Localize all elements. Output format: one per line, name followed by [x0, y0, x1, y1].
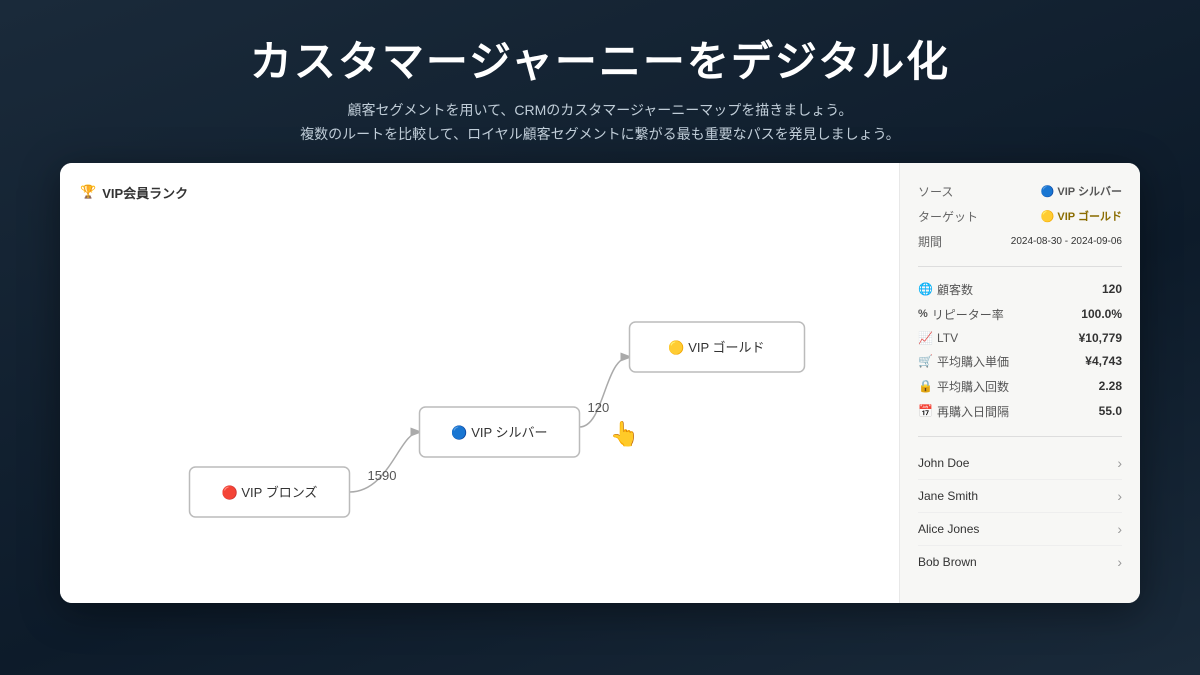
diagram-area: 🏆 VIP会員ランク 1590 120 👆 🔴 VIP ブロンズ [60, 163, 900, 603]
metric-avg-price-value: ¥4,743 [1085, 354, 1122, 368]
diagram-title: 🏆 VIP会員ランク [80, 183, 879, 202]
period-value: 2024-08-30 - 2024-09-06 [1011, 236, 1122, 247]
page-header: カスタマージャーニーをデジタル化 顧客セグメントを用いて、CRMのカスタマージャ… [0, 0, 1200, 163]
source-row: ソース 🔵 VIP シルバー [918, 179, 1122, 204]
percent-icon: % [918, 308, 928, 320]
metric-customers-value: 120 [1102, 282, 1122, 296]
node-bronze-label: 🔴 VIP ブロンズ [222, 485, 318, 500]
page-subtitle: 顧客セグメントを用いて、CRMのカスタマージャーニーマップを描きましょう。 複数… [20, 99, 1180, 147]
edge-label-120: 120 [588, 400, 610, 415]
chevron-icon-3: › [1117, 554, 1122, 570]
user-name-0: John Doe [918, 456, 969, 470]
metric-repeat: % リピーター率 100.0% [918, 302, 1122, 327]
edge-label-1590: 1590 [368, 468, 397, 483]
metrics-section: 🌐 顧客数 120 % リピーター率 100.0% 📈 LTV ¥10,779 [918, 277, 1122, 437]
metric-ltv-label: 📈 LTV [918, 331, 958, 345]
calendar-icon: 📅 [918, 404, 933, 418]
metric-avg-price-label: 🛒 平均購入単価 [918, 353, 1009, 370]
main-card: 🏆 VIP会員ランク 1590 120 👆 🔴 VIP ブロンズ [60, 163, 1140, 603]
user-row-3[interactable]: Bob Brown › [918, 546, 1122, 578]
period-row: 期間 2024-08-30 - 2024-09-06 [918, 229, 1122, 254]
metric-avg-price: 🛒 平均購入単価 ¥4,743 [918, 349, 1122, 374]
edge-bronze-silver [350, 432, 420, 492]
target-value: 🟡 VIP ゴールド [1041, 208, 1122, 224]
stat-section-top: ソース 🔵 VIP シルバー ターゲット 🟡 VIP ゴールド 期間 2024-… [918, 179, 1122, 267]
cursor-icon: 👆 [610, 420, 640, 448]
stats-panel: ソース 🔵 VIP シルバー ターゲット 🟡 VIP ゴールド 期間 2024-… [900, 163, 1140, 603]
edge-silver-gold [580, 357, 630, 427]
metric-customers: 🌐 顧客数 120 [918, 277, 1122, 302]
user-row-0[interactable]: John Doe › [918, 447, 1122, 480]
node-silver-label: 🔵 VIP シルバー [451, 425, 547, 440]
metric-repeat-value: 100.0% [1081, 307, 1122, 321]
source-label: ソース [918, 183, 953, 200]
cart-icon: 🛒 [918, 354, 933, 368]
metric-repurchase-label: 📅 再購入日間隔 [918, 403, 1009, 420]
metric-repurchase: 📅 再購入日間隔 55.0 [918, 399, 1122, 424]
chevron-icon-0: › [1117, 455, 1122, 471]
metric-avg-orders: 🔒 平均購入回数 2.28 [918, 374, 1122, 399]
user-row-1[interactable]: Jane Smith › [918, 480, 1122, 513]
metric-avg-orders-label: 🔒 平均購入回数 [918, 378, 1009, 395]
trophy-icon: 🏆 [80, 184, 96, 200]
chevron-icon-2: › [1117, 521, 1122, 537]
journey-diagram: 1590 120 👆 🔴 VIP ブロンズ 🔵 VIP シルバー 🟡 VIP ゴ… [80, 212, 879, 582]
chevron-icon-1: › [1117, 488, 1122, 504]
customers-icon: 🌐 [918, 282, 933, 296]
user-name-2: Alice Jones [918, 522, 979, 536]
source-value: 🔵 VIP シルバー [1041, 183, 1122, 199]
user-name-1: Jane Smith [918, 489, 978, 503]
metric-avg-orders-value: 2.28 [1099, 379, 1122, 393]
user-name-3: Bob Brown [918, 555, 977, 569]
page-title: カスタマージャーニーをデジタル化 [20, 28, 1180, 89]
metric-customers-label: 🌐 顧客数 [918, 281, 973, 298]
metric-repurchase-value: 55.0 [1099, 404, 1122, 418]
target-label: ターゲット [918, 208, 978, 225]
user-list: John Doe › Jane Smith › Alice Jones › Bo… [918, 447, 1122, 578]
ltv-icon: 📈 [918, 331, 933, 345]
target-row: ターゲット 🟡 VIP ゴールド [918, 204, 1122, 229]
metric-ltv-value: ¥10,779 [1079, 331, 1122, 345]
lock-icon: 🔒 [918, 379, 933, 393]
metric-ltv: 📈 LTV ¥10,779 [918, 327, 1122, 349]
period-label: 期間 [918, 233, 942, 250]
node-gold-label: 🟡 VIP ゴールド [668, 340, 764, 355]
metric-repeat-label: % リピーター率 [918, 306, 1004, 323]
user-row-2[interactable]: Alice Jones › [918, 513, 1122, 546]
